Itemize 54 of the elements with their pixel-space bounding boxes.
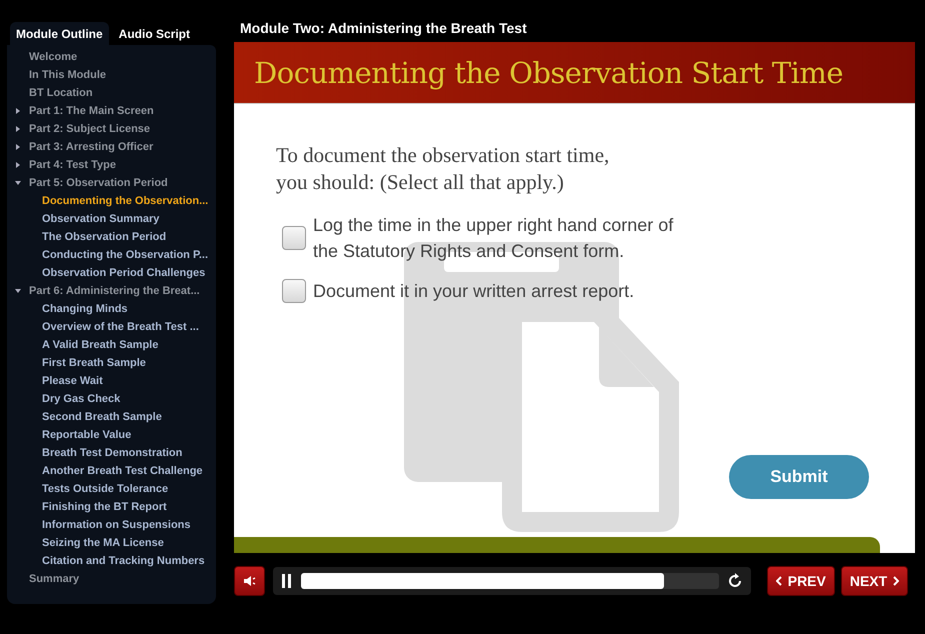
tab[interactable]: Module Outline xyxy=(10,22,109,45)
outline-item[interactable]: Tests Outside Tolerance xyxy=(42,483,168,495)
expanded-arrow-icon[interactable] xyxy=(15,288,21,294)
outline-item[interactable]: Please Wait xyxy=(42,375,103,387)
module-title: Module Two: Administering the Breath Test xyxy=(240,20,527,36)
outline-item[interactable]: Observation Period Challenges xyxy=(42,267,206,279)
outline-item[interactable]: Summary xyxy=(29,573,80,585)
next-button[interactable]: NEXT xyxy=(840,566,908,596)
collapsed-arrow-icon[interactable] xyxy=(15,144,21,150)
chevron-right-icon xyxy=(893,576,900,586)
outline-item[interactable]: Second Breath Sample xyxy=(42,411,162,423)
outline-item[interactable]: Part 6: Administering the Breat... xyxy=(29,285,200,297)
tab[interactable]: Audio Script xyxy=(112,22,196,45)
option-label: Document it in your written arrest report. xyxy=(313,280,634,303)
outline-item[interactable]: Part 5: Observation Period xyxy=(29,177,168,189)
outline-item[interactable]: In This Module xyxy=(29,69,106,81)
outline-item[interactable]: First Breath Sample xyxy=(42,357,146,369)
outline-item[interactable]: Documenting the Observation... xyxy=(42,195,208,207)
checkbox[interactable] xyxy=(282,226,306,250)
outline-item[interactable]: Observation Summary xyxy=(42,213,160,225)
collapsed-arrow-icon[interactable] xyxy=(15,162,21,168)
outline-item[interactable]: Changing Minds xyxy=(42,303,128,315)
question-text: To document the observation start time, you should: (Select all that apply.) xyxy=(276,142,610,196)
outline-item[interactable]: Conducting the Observation P... xyxy=(42,249,208,261)
collapsed-arrow-icon[interactable] xyxy=(15,126,21,132)
collapsed-arrow-icon[interactable] xyxy=(15,108,21,114)
slide-title: Documenting the Observation Start Time xyxy=(254,56,844,90)
outline-item[interactable]: Breath Test Demonstration xyxy=(42,447,182,459)
outline-item[interactable]: Welcome xyxy=(29,51,78,63)
mute-button[interactable] xyxy=(234,566,266,596)
outline-item[interactable]: Part 2: Subject License xyxy=(29,123,150,135)
outline-item[interactable]: Part 1: The Main Screen xyxy=(29,105,154,117)
outline-item[interactable]: Overview of the Breath Test ... xyxy=(42,321,199,333)
outline-item[interactable]: The Observation Period xyxy=(42,231,166,243)
submit-button[interactable]: Submit xyxy=(729,455,869,499)
outline-item[interactable]: Another Breath Test Challenge xyxy=(42,465,203,477)
replay-button[interactable] xyxy=(726,573,743,589)
outline-item[interactable]: Reportable Value xyxy=(42,429,132,441)
outline-item[interactable]: Dry Gas Check xyxy=(42,393,120,405)
checkbox[interactable] xyxy=(282,279,306,303)
chevron-left-icon xyxy=(776,576,782,586)
expanded-arrow-icon[interactable] xyxy=(15,180,21,186)
speaker-icon xyxy=(242,575,257,587)
option-label: Log the time in the upper right hand corner of the Statutory Rights and Consent form. xyxy=(313,214,674,263)
prev-button[interactable]: PREV xyxy=(766,566,835,596)
outline-item[interactable]: Information on Suspensions xyxy=(42,519,191,531)
outline-item[interactable]: A Valid Breath Sample xyxy=(42,339,158,351)
outline-item[interactable]: Citation and Tracking Numbers xyxy=(42,555,205,567)
outline-item[interactable]: Finishing the BT Report xyxy=(42,501,167,513)
outline-item[interactable]: Seizing the MA License xyxy=(42,537,164,549)
outline-item[interactable]: Part 3: Arresting Officer xyxy=(29,141,154,153)
pause-button[interactable] xyxy=(281,574,294,588)
outline-item[interactable]: Part 4: Test Type xyxy=(29,159,116,171)
outline-item[interactable]: BT Location xyxy=(29,87,93,99)
